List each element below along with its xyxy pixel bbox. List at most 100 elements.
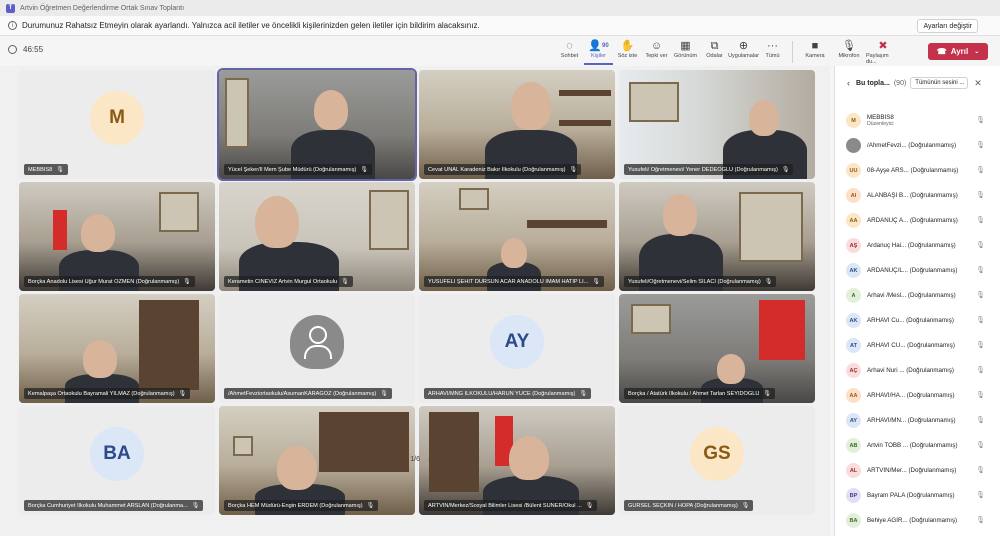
toolbar-share-stop-button[interactable]: ✖ Paylaşım du... <box>866 39 900 65</box>
video-tile[interactable]: AY ARHAVİ/MNG İLKOKULU/HARUN YÜCE (Doğrul… <box>419 294 615 403</box>
microphone-icon: 🎙 <box>569 167 578 173</box>
participant-name-label: Kerametin CİNEVİZ Artvin Murgul Ortaokul… <box>224 276 353 287</box>
microphone-icon: 🎙 <box>585 503 594 509</box>
change-settings-button[interactable]: Ayarları değiştir <box>917 19 978 33</box>
microphone-icon: 🎙 <box>781 167 790 173</box>
toolbar-chat-button[interactable]: ◌ Sohbet <box>555 39 584 65</box>
participant-list-item[interactable]: AK ARHAVİ Cu... (Doğrulanmamış) 🎙 <box>835 308 1000 333</box>
microphone-muted-icon[interactable]: 🎙 <box>976 516 985 524</box>
participant-list-item[interactable]: AT ARHAVİ CU... (Doğrulanmamış) 🎙 <box>835 333 1000 358</box>
microphone-muted-icon[interactable]: 🎙 <box>976 241 985 249</box>
video-tile[interactable]: Yusufeli/ Öğretmenevi/ Yener DEDEOĞLU (D… <box>619 70 815 179</box>
chevron-down-icon[interactable]: ⌄ <box>974 48 979 55</box>
previous-page-button[interactable]: ‹ <box>400 456 402 463</box>
video-tile[interactable]: Borçka HEM Müdürü-Engin ERDEM (Doğrulanm… <box>219 406 415 515</box>
leave-button[interactable]: ☎ Ayrıl ⌄ <box>928 43 988 60</box>
video-tile[interactable]: GS GÜRSEL SEÇKİN / HOPA (Doğrulanmamış) 🎙 <box>619 406 815 515</box>
participant-list-item[interactable]: UU 08-Ayşe ARS... (Doğrulanmamış) 🎙 <box>835 158 1000 183</box>
raise-hand-icon: ✋ <box>620 40 635 52</box>
avatar: BP <box>846 488 861 503</box>
toolbar-raise-hand-button[interactable]: ✋ Söz iste <box>613 39 642 65</box>
microphone-muted-icon[interactable]: 🎙 <box>976 416 985 424</box>
participant-list: M MEBBİS8 Düzenleyici 🎙/AhmetFevzi... (Doğr… <box>835 108 1000 533</box>
participant-list-item[interactable]: BP Bayram PALA (Doğrulanmamış) 🎙 <box>835 483 1000 508</box>
rooms-icon: ⧉ <box>710 40 719 52</box>
microphone-muted-icon[interactable]: 🎙 <box>976 316 985 324</box>
participant-list-item[interactable]: AL ARTVİN/Mer... (Doğrulanmamış) 🎙 <box>835 458 1000 483</box>
microphone-muted-icon[interactable]: 🎙 <box>976 141 985 149</box>
close-icon[interactable]: ✕ <box>974 78 982 89</box>
participant-list-item[interactable]: AŞ Ardanuç Hai... (Doğrulanmamış) 🎙 <box>835 233 1000 258</box>
video-tile[interactable]: YUSUFELİ ŞEHİT DURSUN ACAR ANADOLU İMAM … <box>419 182 615 291</box>
microphone-muted-icon[interactable]: 🎙 <box>976 366 985 374</box>
microphone-muted-icon[interactable]: 🎙 <box>976 166 985 174</box>
microphone-muted-icon[interactable]: 🎙 <box>976 391 985 399</box>
video-tile[interactable]: Borçka Anadolu Lisesi Uğur Murat ÖZMEN (… <box>19 182 215 291</box>
avatar: AY <box>490 314 544 369</box>
microphone-muted-icon[interactable]: 🎙 <box>976 466 985 474</box>
title-bar: T Artvin Öğretmen Değerlendirme Ortak Sı… <box>0 0 1000 16</box>
microphone-muted-icon[interactable]: 🎙 <box>976 441 985 449</box>
participant-name: Ardanuç Hai... (Doğrulanmamış) <box>867 242 956 249</box>
participant-name: /AhmetFevziortaokulu/AsumanKARAGÖZ (Doğr… <box>228 390 377 397</box>
next-page-button[interactable]: › <box>428 456 430 463</box>
back-icon[interactable]: ‹ <box>847 78 850 88</box>
participant-list-item[interactable]: AA ARDANUÇ A... (Doğrulanmamış) 🎙 <box>835 208 1000 233</box>
video-tile[interactable]: Yusufeli/Öğretmenevi/Selim SILACI (Doğru… <box>619 182 815 291</box>
participant-name-label: Borçka / Atatürk İlkokulu / Ahmet Tarlan… <box>624 388 776 399</box>
participant-list-item[interactable]: AI ALANBAŞI B... (Doğrulanmamış) 🎙 <box>835 183 1000 208</box>
microphone-muted-icon[interactable]: 🎙 <box>976 216 985 224</box>
panel-title: Bu topla... <box>856 79 890 87</box>
participant-list-item[interactable]: A Arhavi /Mesl... (Doğrulanmamış) 🎙 <box>835 283 1000 308</box>
microphone-muted-icon[interactable]: 🎙 <box>976 266 985 274</box>
video-tile[interactable]: Cevat ÜNAL Karadeniz Bakır İlkokulu (Doğ… <box>419 70 615 179</box>
toolbar-people-button[interactable]: 👤 90 Kişiler <box>584 39 613 65</box>
toolbar-camera-button[interactable]: ■ Kamera <box>798 39 832 65</box>
toolbar-label: Tümü <box>765 53 780 59</box>
microphone-icon: 🎙 <box>56 167 64 173</box>
microphone-muted-icon[interactable]: 🎙 <box>976 491 985 499</box>
video-tile[interactable]: /AhmetFevziortaokulu/AsumanKARAGÖZ (Doğr… <box>219 294 415 403</box>
microphone-icon: 🎙 <box>341 279 349 285</box>
participant-name-label: ARHAVİ/MNG İLKOKULU/HARUN YÜCE (Doğrulan… <box>424 388 592 399</box>
video-feed <box>219 70 415 179</box>
microphone-icon: 🎙 <box>380 391 388 397</box>
mute-all-button[interactable]: Tümünün sesini ... <box>910 77 969 89</box>
toolbar-view-button[interactable]: ▦ Görünüm <box>671 39 700 65</box>
video-tile[interactable]: M MEBBİS8 🎙 <box>19 70 215 179</box>
avatar: AL <box>846 463 861 478</box>
avatar: AK <box>846 313 861 328</box>
video-tile[interactable]: Yücel Şeker/İl Mem Şube Müdürü (Doğrulan… <box>217 68 417 181</box>
toolbar-more-button[interactable]: ··· Tümü <box>758 39 787 65</box>
toolbar-divider <box>792 41 793 63</box>
video-tile[interactable]: Kemalpaşa Ortaokulu Bayramali YILMAZ (Do… <box>19 294 215 403</box>
participant-list-item[interactable]: /AhmetFevzi... (Doğrulanmamış) 🎙 <box>835 133 1000 158</box>
toolbar-apps-button[interactable]: ⊕ Uygulamalar <box>728 39 759 65</box>
microphone-muted-icon[interactable]: 🎙 <box>976 341 985 349</box>
participant-list-item[interactable]: AÇ Arhavi Nuri ... (Doğrulanmamış) 🎙 <box>835 358 1000 383</box>
page-indicator: 1/6 <box>410 456 421 463</box>
video-feed <box>619 182 815 291</box>
toolbar-microphone-button[interactable]: 🎙 Mikrofon <box>832 39 866 65</box>
microphone-icon: 🎙 <box>183 279 191 285</box>
video-feed <box>419 70 615 179</box>
toolbar-rooms-button[interactable]: ⧉ Odalar <box>700 39 729 65</box>
microphone-muted-icon[interactable]: 🎙 <box>976 291 985 299</box>
view-icon: ▦ <box>680 40 691 52</box>
participant-list-item[interactable]: AK ARDANUÇ/L... (Doğrulanmamış) 🎙 <box>835 258 1000 283</box>
video-tile[interactable]: Kerametin CİNEVİZ Artvin Murgul Ortaokul… <box>219 182 415 291</box>
participant-list-item[interactable]: AB Artvin TOBB ... (Doğrulanmamış) 🎙 <box>835 433 1000 458</box>
video-tile[interactable]: Borçka / Atatürk İlkokulu / Ahmet Tarlan… <box>619 294 815 403</box>
participant-list-item[interactable]: AY ARHAVİ/MN... (Doğrulanmamış) 🎙 <box>835 408 1000 433</box>
avatar: AÇ <box>846 363 861 378</box>
participant-list-item[interactable]: BA Behiye AĞIR... (Doğrulanmamış) 🎙 <box>835 508 1000 533</box>
video-tile[interactable]: ARTVİN/Merkez/Sosyal Bilimler Lisesi /Bü… <box>419 406 615 515</box>
microphone-muted-icon[interactable]: 🎙 <box>976 116 985 124</box>
video-tile[interactable]: BA Borçka Cumhuriyet İlkokulu Muhammet AR… <box>19 406 215 515</box>
microphone-muted-icon[interactable]: 🎙 <box>976 191 985 199</box>
video-feed <box>419 406 615 515</box>
participant-list-item[interactable]: AA ARHAVİ/HA... (Doğrulanmamış) 🎙 <box>835 383 1000 408</box>
participant-list-item[interactable]: M MEBBİS8 Düzenleyici 🎙 <box>835 108 1000 133</box>
toolbar-emoji-button[interactable]: ☺ Tepki ver <box>642 39 671 65</box>
participant-name: ARDANUÇ/L... (Doğrulanmamış) <box>867 267 958 274</box>
